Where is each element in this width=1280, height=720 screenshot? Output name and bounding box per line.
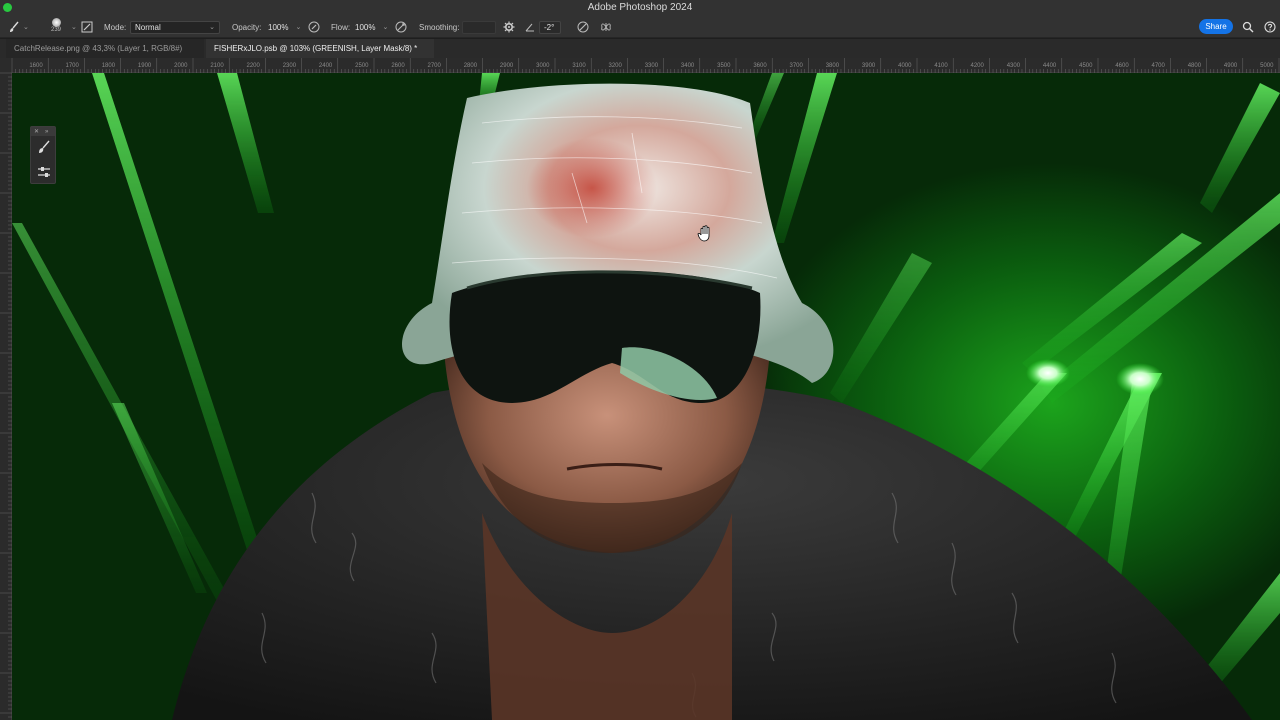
- chevron-down-icon: ⌄: [209, 24, 215, 31]
- chevron-down-icon: ⌄: [23, 24, 29, 31]
- pen-pressure-icon: [308, 21, 320, 33]
- pressure-opacity-button[interactable]: [308, 16, 320, 38]
- butterfly-icon: [601, 23, 611, 31]
- share-button[interactable]: Share: [1199, 19, 1233, 34]
- chevron-down-icon[interactable]: ⌄: [382, 23, 388, 31]
- sliders-icon: [38, 167, 50, 177]
- tab-catchrelease[interactable]: CatchRelease.png @ 43,3% (Layer 1, RGB/8…: [6, 39, 204, 58]
- search-button[interactable]: [1242, 16, 1254, 38]
- mode-label: Mode:: [104, 22, 127, 32]
- angle-icon: [525, 23, 534, 32]
- ruler-horizontal[interactable]: 1600 1700 1800 1900 2000 2100 2200 2300 2400 2500…: [0, 58, 1280, 73]
- panel-header[interactable]: ✕ »: [31, 127, 55, 136]
- brush-panel-icon: [81, 21, 93, 33]
- tab-label: FISHERxJLO.psb @ 103% (GREENISH, Layer M…: [214, 44, 418, 53]
- ruler-horizontal-ticks: [11, 58, 1280, 73]
- document-tabs: CatchRelease.png @ 43,3% (Layer 1, RGB/8…: [0, 39, 1280, 58]
- symmetry-button[interactable]: [600, 16, 612, 38]
- flow-input[interactable]: 100%: [351, 21, 379, 34]
- search-icon: [1242, 21, 1254, 33]
- brush-tip-icon: [51, 18, 61, 27]
- help-button[interactable]: [1264, 16, 1276, 38]
- pressure-size-button[interactable]: [577, 16, 589, 38]
- gear-icon: [503, 21, 515, 33]
- opacity-input[interactable]: 100%: [264, 21, 292, 34]
- stage-light: [1026, 359, 1070, 387]
- airbrush-icon: [395, 21, 407, 33]
- smoothing-input[interactable]: [462, 20, 496, 34]
- brush-angle[interactable]: -2°: [524, 16, 561, 38]
- help-icon: [1264, 21, 1276, 33]
- app-title: Adobe Photoshop 2024: [587, 2, 693, 13]
- smoothing-settings-button[interactable]: [503, 16, 515, 38]
- brush-size-picker[interactable]: 239: [47, 17, 65, 37]
- brush-icon: [10, 21, 19, 32]
- smoothing-label: Smoothing:: [419, 22, 460, 32]
- options-bar: ⌄ 239 ⌄ Mode: Normal ⌄ Opacity: 100% ⌄ F…: [0, 16, 1280, 38]
- brush-icon: [39, 140, 50, 153]
- panel-brush-item[interactable]: [31, 136, 55, 163]
- pen-pressure-size-icon: [577, 21, 589, 33]
- flow-label: Flow:: [331, 22, 351, 32]
- chevron-down-icon[interactable]: ⌄: [295, 23, 301, 31]
- canvas-artwork: [12, 73, 1280, 720]
- brush-settings-panel-toggle[interactable]: [81, 16, 93, 38]
- document-canvas[interactable]: [12, 73, 1280, 720]
- angle-input[interactable]: -2°: [539, 20, 561, 34]
- brush-settings-chevron[interactable]: ⌄: [68, 16, 77, 38]
- mode-value: Normal: [135, 22, 161, 32]
- close-icon[interactable]: ✕: [34, 128, 39, 135]
- opacity-label: Opacity:: [232, 22, 262, 32]
- brush-size-value: 239: [50, 27, 61, 33]
- mode-select[interactable]: Normal ⌄: [130, 20, 220, 34]
- floating-tool-panel[interactable]: ✕ »: [30, 126, 56, 184]
- tab-fisherxjlo[interactable]: FISHERxJLO.psb @ 103% (GREENISH, Layer M…: [206, 39, 434, 58]
- airbrush-button[interactable]: [395, 16, 407, 38]
- stage-light: [1116, 363, 1164, 395]
- panel-adjust-item[interactable]: [31, 163, 55, 186]
- chevron-down-icon: ⌄: [71, 24, 77, 31]
- ruler-vertical-ticks: [0, 72, 12, 718]
- brush-tool-preset[interactable]: ⌄: [8, 16, 29, 38]
- collapse-icon[interactable]: »: [45, 129, 48, 135]
- title-bar: Adobe Photoshop 2024: [0, 0, 1280, 16]
- ruler-vertical[interactable]: [0, 72, 12, 720]
- tab-label: CatchRelease.png @ 43,3% (Layer 1, RGB/8…: [14, 44, 183, 53]
